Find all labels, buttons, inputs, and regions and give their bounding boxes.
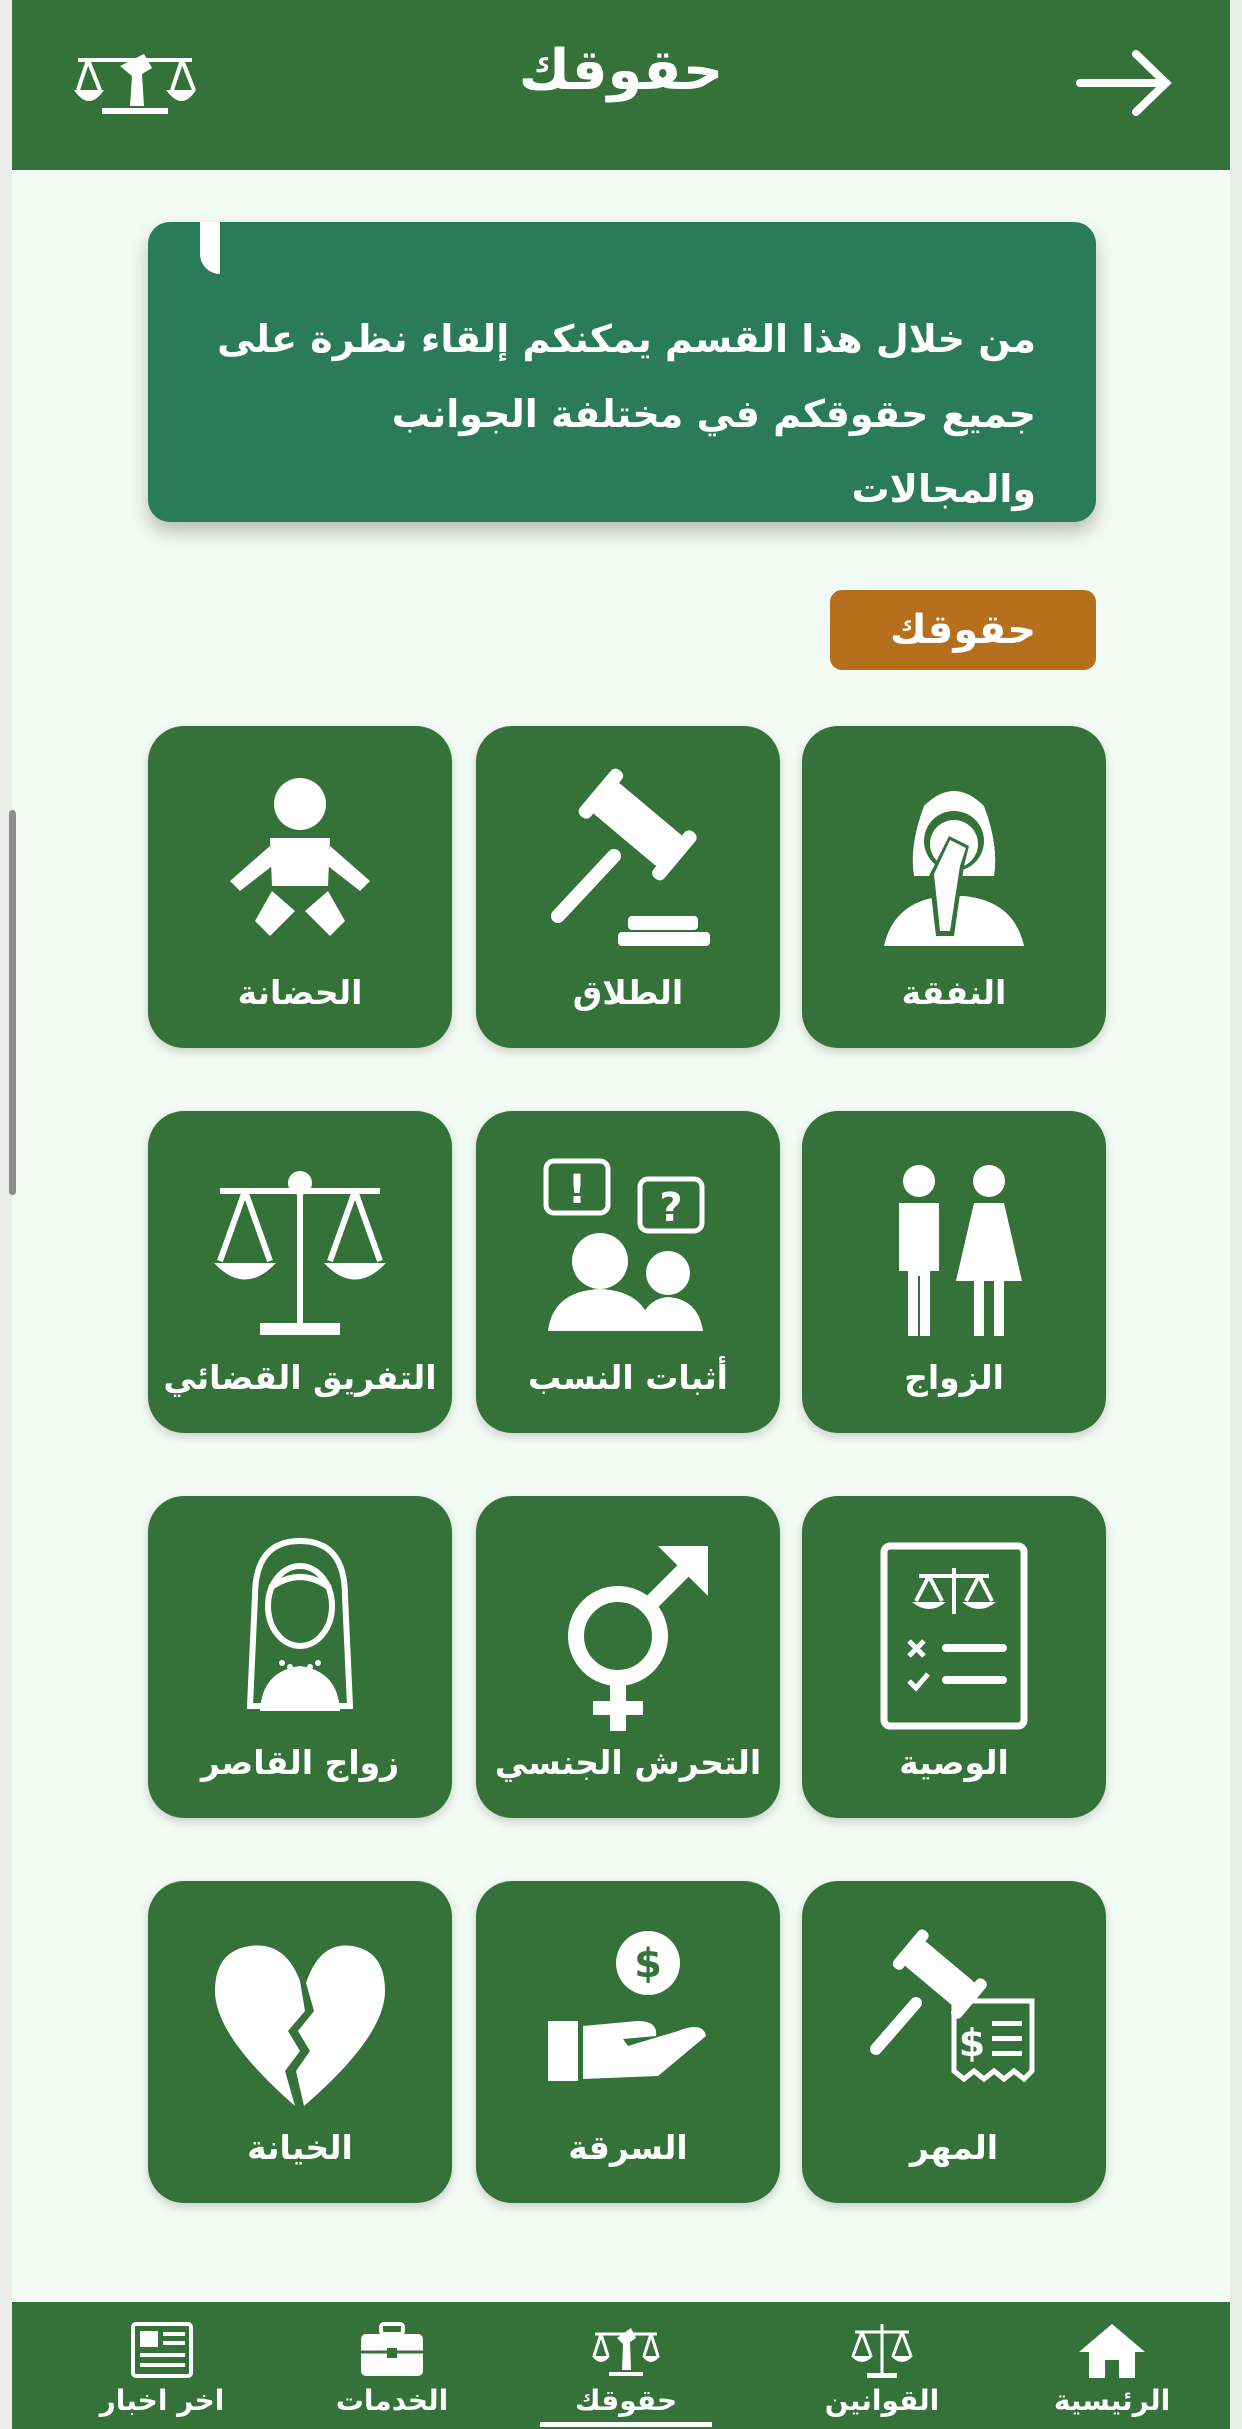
card-dowry[interactable]: $ المهر xyxy=(802,1881,1106,2203)
nav-label: القوانين xyxy=(824,2384,940,2417)
card-alimony[interactable]: النفقة xyxy=(802,726,1106,1048)
svg-text:$: $ xyxy=(634,1941,662,1987)
newspaper-icon xyxy=(131,2322,193,2378)
card-label: التفريق القضائي xyxy=(163,1358,437,1397)
card-judicial-separation[interactable]: التفريق القضائي xyxy=(148,1111,452,1433)
card-paternity[interactable]: ! ? أثبات النسب xyxy=(476,1111,780,1433)
nav-home[interactable]: الرئيسية xyxy=(1012,2302,1212,2429)
card-theft[interactable]: $ السرقة xyxy=(476,1881,780,2203)
page-title: حقوقك xyxy=(518,38,724,103)
woman-fist-icon xyxy=(884,791,1024,946)
card-marriage[interactable]: الزواج xyxy=(802,1111,1106,1433)
card-label: التحرش الجنسي xyxy=(494,1743,762,1782)
hand-money-icon: $ xyxy=(548,1931,706,2081)
card-label: الوصية xyxy=(899,1743,1009,1782)
nav-label: حقوقك xyxy=(574,2384,678,2417)
card-custody[interactable]: الحضانة xyxy=(148,726,452,1048)
card-harassment[interactable]: التحرش الجنسي xyxy=(476,1496,780,1818)
scrollbar[interactable] xyxy=(9,810,16,1195)
card-label: الحضانة xyxy=(237,973,363,1012)
nav-active-indicator xyxy=(540,2422,712,2427)
card-divorce[interactable]: الطلاق xyxy=(476,726,780,1048)
svg-text:?: ? xyxy=(659,1185,682,1231)
man-woman-icon xyxy=(899,1165,1022,1336)
svg-text:$: $ xyxy=(959,2021,985,2065)
scales-icon xyxy=(214,1171,386,1335)
bottom-nav: الرئيسية القوانين حقوقك الخدمات اخر اخبا… xyxy=(12,2302,1230,2429)
app-screen: حقوقك من خلال هذا القسم يمكنكم إلقاء نظر… xyxy=(12,0,1230,2429)
section-badge: حقوقك xyxy=(830,590,1096,670)
card-label: زواج القاصر xyxy=(200,1743,400,1782)
nav-label: الرئيسية xyxy=(1053,2384,1171,2417)
card-label: أثبات النسب xyxy=(528,1358,728,1397)
gavel-receipt-icon: $ xyxy=(870,1929,1035,2083)
card-label: المهر xyxy=(909,2128,999,2167)
card-infidelity[interactable]: الخيانة xyxy=(148,1881,452,2203)
card-will[interactable]: الوصية xyxy=(802,1496,1106,1818)
legal-document-icon xyxy=(880,1542,1028,1730)
svg-text:!: ! xyxy=(568,1167,586,1213)
banner-decoration xyxy=(200,222,220,274)
card-label: السرقة xyxy=(568,2128,688,2167)
nav-rights[interactable]: حقوقك xyxy=(526,2302,726,2429)
card-label: النفقة xyxy=(901,973,1007,1012)
gavel-icon xyxy=(551,768,710,946)
banner-text: من خلال هذا القسم يمكنكم إلقاء نظرة على … xyxy=(217,317,1036,511)
nav-label: الخدمات xyxy=(335,2384,449,2417)
home-icon xyxy=(1079,2324,1145,2378)
nav-news[interactable]: اخر اخبار xyxy=(62,2302,262,2429)
briefcase-icon xyxy=(361,2322,423,2376)
rights-logo-icon xyxy=(592,2328,660,2376)
card-minor-marriage[interactable]: زواج القاصر xyxy=(148,1496,452,1818)
intro-banner: من خلال هذا القسم يمكنكم إلقاء نظرة على … xyxy=(148,222,1096,522)
nav-services[interactable]: الخدمات xyxy=(292,2302,492,2429)
app-header: حقوقك xyxy=(12,0,1230,170)
scales-icon xyxy=(851,2324,913,2378)
nav-label: اخر اخبار xyxy=(99,2384,225,2417)
arrow-right-icon[interactable] xyxy=(1074,48,1174,118)
baby-icon xyxy=(230,778,370,936)
card-label: الطلاق xyxy=(572,973,684,1012)
bride-icon xyxy=(246,1537,354,1711)
card-label: الزواج xyxy=(904,1358,1004,1397)
card-label: الخيانة xyxy=(247,2128,353,2167)
nav-laws[interactable]: القوانين xyxy=(782,2302,982,2429)
people-questions-icon: ! ? xyxy=(543,1158,705,1331)
gender-symbol-icon xyxy=(568,1546,708,1731)
broken-heart-icon xyxy=(215,1945,385,2106)
